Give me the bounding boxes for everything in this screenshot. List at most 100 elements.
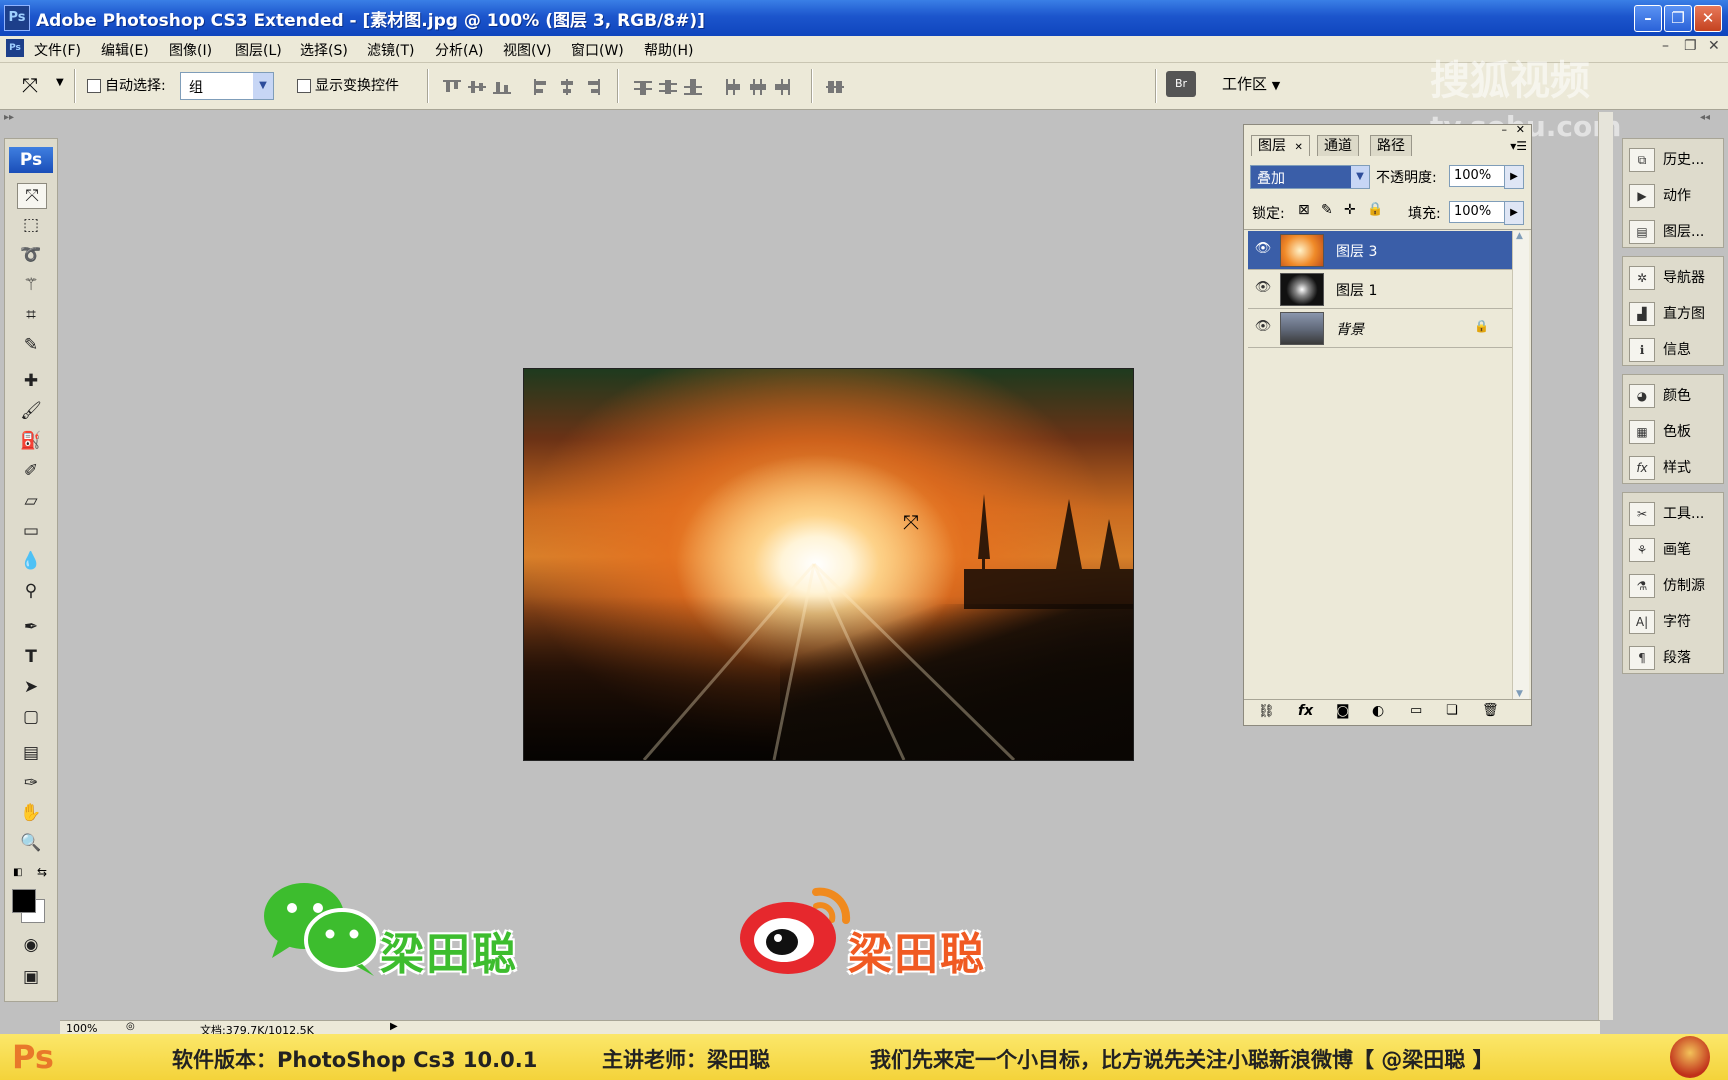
blur-tool-icon[interactable]: 💧 bbox=[17, 549, 45, 573]
new-layer-icon[interactable]: ❏ bbox=[1446, 703, 1458, 718]
dock-navigator[interactable]: ✲ 导航器 bbox=[1629, 263, 1719, 293]
bridge-icon[interactable]: Br bbox=[1166, 71, 1196, 97]
distribute-top-icon[interactable] bbox=[634, 79, 652, 95]
fx-icon[interactable]: fx bbox=[1298, 703, 1313, 719]
tab-close-icon[interactable]: ✕ bbox=[1294, 142, 1302, 153]
default-colors-icon[interactable]: ◧ bbox=[13, 867, 22, 878]
align-left-icon[interactable] bbox=[533, 79, 551, 95]
magic-wand-tool-icon[interactable]: ⚚ bbox=[17, 273, 45, 297]
layer-row[interactable]: 👁 背景 🔒 bbox=[1248, 309, 1512, 348]
align-vcenter-icon[interactable] bbox=[468, 79, 486, 95]
menu-view[interactable]: 视图(V) bbox=[503, 40, 552, 60]
fill-slider-arrow-icon[interactable]: ▶ bbox=[1504, 201, 1524, 225]
dock-collapse-icon[interactable]: ◂◂ bbox=[1700, 112, 1710, 123]
scroll-up-icon[interactable]: ▲ bbox=[1516, 231, 1523, 241]
dock-character[interactable]: A| 字符 bbox=[1629, 607, 1719, 637]
rectangle-tool-icon[interactable]: ▢ bbox=[17, 705, 45, 729]
dock-tool-presets[interactable]: ✂ 工具... bbox=[1629, 499, 1719, 529]
dock-swatches[interactable]: ▦ 色板 bbox=[1629, 417, 1719, 447]
auto-select-dropdown[interactable]: 组 ▼ bbox=[180, 72, 274, 100]
dock-brushes[interactable]: ⚘ 画笔 bbox=[1629, 535, 1719, 565]
dodge-tool-icon[interactable]: ⚲ bbox=[17, 579, 45, 603]
eyedropper-tool-icon[interactable]: ✑ bbox=[17, 771, 45, 795]
path-selection-tool-icon[interactable]: ➤ bbox=[17, 675, 45, 699]
doc-close-icon[interactable]: ✕ bbox=[1708, 38, 1720, 54]
menu-select[interactable]: 选择(S) bbox=[300, 40, 348, 60]
photoshop-app-icon[interactable]: Ps bbox=[4, 5, 30, 31]
crop-tool-icon[interactable]: ⌗ bbox=[17, 303, 45, 327]
mask-icon[interactable]: ◙ bbox=[1336, 703, 1350, 719]
eraser-tool-icon[interactable]: ▱ bbox=[17, 489, 45, 513]
tab-channels[interactable]: 通道 bbox=[1317, 135, 1359, 156]
slice-tool-icon[interactable]: ✎ bbox=[17, 333, 45, 357]
document-canvas[interactable] bbox=[523, 368, 1134, 761]
zoom-tool-icon[interactable]: 🔍 bbox=[17, 831, 45, 855]
show-transform-controls-checkbox[interactable] bbox=[297, 79, 311, 93]
align-hcenter-icon[interactable] bbox=[558, 79, 576, 95]
move-tool-icon[interactable]: ⤧ bbox=[17, 183, 47, 209]
brush-tool-icon[interactable]: 🖌 bbox=[17, 399, 45, 423]
layers-scrollbar[interactable]: ▲ ▼ bbox=[1512, 231, 1529, 699]
dock-history[interactable]: ⧉ 历史... bbox=[1629, 145, 1719, 175]
align-right-icon[interactable] bbox=[583, 79, 601, 95]
menu-file[interactable]: 文件(F) bbox=[34, 40, 81, 60]
fill-input[interactable]: 100% bbox=[1449, 201, 1505, 223]
dock-histogram[interactable]: ▟ 直方图 bbox=[1629, 299, 1719, 329]
swap-colors-icon[interactable]: ⇆ bbox=[37, 865, 47, 879]
distribute-vcenter-icon[interactable] bbox=[659, 79, 677, 95]
panel-minimize-icon[interactable]: – bbox=[1502, 123, 1508, 136]
menu-filter[interactable]: 滤镜(T) bbox=[367, 40, 414, 60]
history-brush-tool-icon[interactable]: ✐ bbox=[17, 459, 45, 483]
align-bottom-icon[interactable] bbox=[493, 79, 511, 95]
document-scrollbar[interactable] bbox=[1598, 112, 1613, 1020]
panel-menu-icon[interactable]: ▾☰ bbox=[1510, 139, 1527, 153]
dock-clone-source[interactable]: ⚗ 仿制源 bbox=[1629, 571, 1719, 601]
workspace-menu[interactable]: 工作区 ▼ bbox=[1222, 73, 1280, 94]
blend-mode-dropdown[interactable]: 叠加 ▼ bbox=[1250, 165, 1370, 189]
type-tool-icon[interactable]: T bbox=[17, 645, 45, 669]
dock-paragraph[interactable]: ¶ 段落 bbox=[1629, 643, 1719, 673]
lock-position-icon[interactable]: ✛ bbox=[1344, 202, 1356, 218]
visibility-eye-icon[interactable]: 👁 bbox=[1254, 280, 1272, 296]
opacity-slider-arrow-icon[interactable]: ▶ bbox=[1504, 165, 1524, 189]
layer-row[interactable]: 👁 图层 1 bbox=[1248, 270, 1512, 309]
foreground-color-swatch[interactable] bbox=[12, 889, 36, 913]
document-icon[interactable]: Ps bbox=[6, 39, 24, 57]
distribute-right-icon[interactable] bbox=[774, 79, 792, 95]
clone-stamp-tool-icon[interactable]: ⛽ bbox=[17, 429, 45, 453]
opacity-input[interactable]: 100% bbox=[1449, 165, 1505, 187]
close-button[interactable]: ✕ bbox=[1694, 5, 1722, 32]
dock-layer-comps[interactable]: ▤ 图层... bbox=[1629, 217, 1719, 247]
doc-minimize-icon[interactable]: – bbox=[1662, 38, 1669, 54]
menu-help[interactable]: 帮助(H) bbox=[644, 40, 693, 60]
notes-tool-icon[interactable]: ▤ bbox=[17, 741, 45, 765]
layer-row[interactable]: 👁 图层 3 bbox=[1248, 231, 1512, 270]
menu-analysis[interactable]: 分析(A) bbox=[435, 40, 484, 60]
dock-color[interactable]: ◕ 颜色 bbox=[1629, 381, 1719, 411]
tab-layers[interactable]: 图层 ✕ bbox=[1251, 135, 1310, 156]
scroll-down-icon[interactable]: ▼ bbox=[1516, 689, 1523, 699]
distribute-hcenter-icon[interactable] bbox=[749, 79, 767, 95]
status-menu-arrow-icon[interactable]: ▶ bbox=[390, 1021, 398, 1032]
link-icon[interactable]: ⛓ bbox=[1258, 704, 1275, 719]
group-icon[interactable]: ▭ bbox=[1410, 703, 1422, 718]
distribute-bottom-icon[interactable] bbox=[684, 79, 702, 95]
align-top-icon[interactable] bbox=[443, 79, 461, 95]
pen-tool-icon[interactable]: ✒ bbox=[17, 615, 45, 639]
panel-close-icon[interactable]: ✕ bbox=[1516, 123, 1525, 136]
screen-mode-icon[interactable]: ▣ bbox=[17, 965, 45, 989]
marquee-tool-icon[interactable]: ⬚ bbox=[17, 213, 45, 237]
adjustment-icon[interactable]: ◐ bbox=[1372, 703, 1384, 719]
healing-brush-tool-icon[interactable]: ✚ bbox=[17, 369, 45, 393]
preset-dropdown-arrow-icon[interactable]: ▼ bbox=[56, 77, 64, 88]
menu-image[interactable]: 图像(I) bbox=[169, 40, 212, 60]
menu-window[interactable]: 窗口(W) bbox=[571, 40, 624, 60]
doc-restore-icon[interactable]: ❐ bbox=[1684, 38, 1697, 54]
toolbox-collapse-icon[interactable]: ▸▸ bbox=[4, 112, 56, 126]
tab-paths[interactable]: 路径 bbox=[1370, 135, 1412, 156]
visibility-eye-icon[interactable]: 👁 bbox=[1254, 241, 1272, 257]
lasso-tool-icon[interactable]: ➰ bbox=[17, 243, 45, 267]
dock-styles[interactable]: fx 样式 bbox=[1629, 453, 1719, 483]
lock-pixels-icon[interactable]: ✎ bbox=[1321, 202, 1333, 218]
hand-tool-icon[interactable]: ✋ bbox=[17, 801, 45, 825]
